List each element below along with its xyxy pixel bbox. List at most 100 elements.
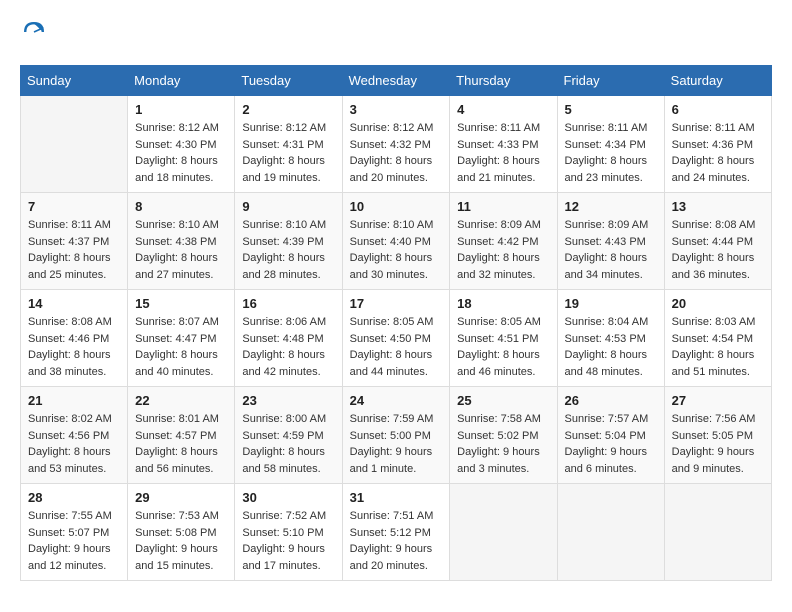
logo-icon — [22, 20, 46, 44]
page-header — [20, 20, 772, 49]
weekday-header-thursday: Thursday — [450, 66, 557, 96]
calendar-cell: 28 Sunrise: 7:55 AM Sunset: 5:07 PM Dayli… — [21, 484, 128, 581]
day-number: 20 — [672, 296, 764, 311]
day-number: 5 — [565, 102, 657, 117]
calendar-cell: 16 Sunrise: 8:06 AM Sunset: 4:48 PM Dayli… — [235, 290, 342, 387]
day-info: Sunrise: 8:10 AM Sunset: 4:39 PM Dayligh… — [242, 217, 334, 283]
day-number: 28 — [28, 490, 120, 505]
day-number: 6 — [672, 102, 764, 117]
weekday-header-saturday: Saturday — [664, 66, 771, 96]
calendar-cell: 13Sunrise: 8:08 AM Sunset: 4:44 PM Dayli… — [664, 193, 771, 290]
day-number: 29 — [135, 490, 227, 505]
day-info: Sunrise: 8:10 AM Sunset: 4:40 PM Dayligh… — [350, 217, 443, 283]
day-info: Sunrise: 8:12 AM Sunset: 4:30 PM Dayligh… — [135, 120, 227, 186]
day-info: Sunrise: 7:55 AM Sunset: 5:07 PM Dayligh… — [28, 508, 120, 574]
day-info: Sunrise: 8:00 AM Sunset: 4:59 PM Dayligh… — [242, 411, 334, 477]
calendar-cell: 23 Sunrise: 8:00 AM Sunset: 4:59 PM Dayli… — [235, 387, 342, 484]
calendar-cell: 5 Sunrise: 8:11 AM Sunset: 4:34 PM Daylig… — [557, 96, 664, 193]
calendar-cell: 2 Sunrise: 8:12 AM Sunset: 4:31 PM Daylig… — [235, 96, 342, 193]
calendar-cell: 11 Sunrise: 8:09 AM Sunset: 4:42 PM Dayli… — [450, 193, 557, 290]
calendar-cell: 31Sunrise: 7:51 AM Sunset: 5:12 PM Dayli… — [342, 484, 450, 581]
day-info: Sunrise: 7:51 AM Sunset: 5:12 PM Dayligh… — [350, 508, 443, 574]
day-info: Sunrise: 8:12 AM Sunset: 4:31 PM Dayligh… — [242, 120, 334, 186]
day-number: 3 — [350, 102, 443, 117]
calendar-cell — [664, 484, 771, 581]
calendar-cell: 25Sunrise: 7:58 AM Sunset: 5:02 PM Dayli… — [450, 387, 557, 484]
day-info: Sunrise: 8:11 AM Sunset: 4:37 PM Dayligh… — [28, 217, 120, 283]
calendar-cell — [450, 484, 557, 581]
day-number: 9 — [242, 199, 334, 214]
day-number: 11 — [457, 199, 549, 214]
day-number: 18 — [457, 296, 549, 311]
day-info: Sunrise: 8:08 AM Sunset: 4:44 PM Dayligh… — [672, 217, 764, 283]
calendar-cell: 6 Sunrise: 8:11 AM Sunset: 4:36 PM Daylig… — [664, 96, 771, 193]
day-number: 26 — [565, 393, 657, 408]
weekday-header-wednesday: Wednesday — [342, 66, 450, 96]
day-info: Sunrise: 8:11 AM Sunset: 4:36 PM Dayligh… — [672, 120, 764, 186]
day-number: 19 — [565, 296, 657, 311]
day-number: 17 — [350, 296, 443, 311]
day-info: Sunrise: 8:01 AM Sunset: 4:57 PM Dayligh… — [135, 411, 227, 477]
calendar-cell: 24 Sunrise: 7:59 AM Sunset: 5:00 PM Dayli… — [342, 387, 450, 484]
calendar-cell: 9 Sunrise: 8:10 AM Sunset: 4:39 PM Daylig… — [235, 193, 342, 290]
weekday-header-friday: Friday — [557, 66, 664, 96]
day-info: Sunrise: 8:03 AM Sunset: 4:54 PM Dayligh… — [672, 314, 764, 380]
day-info: Sunrise: 7:57 AM Sunset: 5:04 PM Dayligh… — [565, 411, 657, 477]
day-info: Sunrise: 8:07 AM Sunset: 4:47 PM Dayligh… — [135, 314, 227, 380]
day-number: 16 — [242, 296, 334, 311]
calendar-cell: 17 Sunrise: 8:05 AM Sunset: 4:50 PM Dayli… — [342, 290, 450, 387]
day-number: 15 — [135, 296, 227, 311]
day-info: Sunrise: 8:09 AM Sunset: 4:42 PM Dayligh… — [457, 217, 549, 283]
weekday-header-tuesday: Tuesday — [235, 66, 342, 96]
day-info: Sunrise: 8:12 AM Sunset: 4:32 PM Dayligh… — [350, 120, 443, 186]
day-number: 22 — [135, 393, 227, 408]
day-number: 24 — [350, 393, 443, 408]
calendar-cell: 27 Sunrise: 7:56 AM Sunset: 5:05 PM Dayli… — [664, 387, 771, 484]
calendar-cell: 15 Sunrise: 8:07 AM Sunset: 4:47 PM Dayli… — [128, 290, 235, 387]
day-info: Sunrise: 7:53 AM Sunset: 5:08 PM Dayligh… — [135, 508, 227, 574]
day-info: Sunrise: 8:05 AM Sunset: 4:50 PM Dayligh… — [350, 314, 443, 380]
calendar-cell: 4Sunrise: 8:11 AM Sunset: 4:33 PM Daylig… — [450, 96, 557, 193]
day-number: 8 — [135, 199, 227, 214]
calendar-cell: 1 Sunrise: 8:12 AM Sunset: 4:30 PM Daylig… — [128, 96, 235, 193]
calendar-cell: 19 Sunrise: 8:04 AM Sunset: 4:53 PM Dayli… — [557, 290, 664, 387]
calendar-cell — [21, 96, 128, 193]
day-info: Sunrise: 7:52 AM Sunset: 5:10 PM Dayligh… — [242, 508, 334, 574]
weekday-header-monday: Monday — [128, 66, 235, 96]
day-number: 23 — [242, 393, 334, 408]
day-info: Sunrise: 8:11 AM Sunset: 4:34 PM Dayligh… — [565, 120, 657, 186]
day-number: 30 — [242, 490, 334, 505]
day-info: Sunrise: 8:08 AM Sunset: 4:46 PM Dayligh… — [28, 314, 120, 380]
calendar-table: SundayMondayTuesdayWednesdayThursdayFrid… — [20, 65, 772, 581]
calendar-cell: 12 Sunrise: 8:09 AM Sunset: 4:43 PM Dayli… — [557, 193, 664, 290]
day-info: Sunrise: 8:05 AM Sunset: 4:51 PM Dayligh… — [457, 314, 549, 380]
day-number: 27 — [672, 393, 764, 408]
calendar-cell: 3 Sunrise: 8:12 AM Sunset: 4:32 PM Daylig… — [342, 96, 450, 193]
calendar-cell: 20 Sunrise: 8:03 AM Sunset: 4:54 PM Dayli… — [664, 290, 771, 387]
day-number: 7 — [28, 199, 120, 214]
calendar-cell: 22 Sunrise: 8:01 AM Sunset: 4:57 PM Dayli… — [128, 387, 235, 484]
calendar-cell: 7 Sunrise: 8:11 AM Sunset: 4:37 PM Daylig… — [21, 193, 128, 290]
day-number: 2 — [242, 102, 334, 117]
day-info: Sunrise: 8:10 AM Sunset: 4:38 PM Dayligh… — [135, 217, 227, 283]
calendar-cell: 29 Sunrise: 7:53 AM Sunset: 5:08 PM Dayli… — [128, 484, 235, 581]
day-info: Sunrise: 8:06 AM Sunset: 4:48 PM Dayligh… — [242, 314, 334, 380]
day-number: 21 — [28, 393, 120, 408]
calendar-cell: 10Sunrise: 8:10 AM Sunset: 4:40 PM Dayli… — [342, 193, 450, 290]
day-number: 25 — [457, 393, 549, 408]
calendar-cell: 26 Sunrise: 7:57 AM Sunset: 5:04 PM Dayli… — [557, 387, 664, 484]
day-info: Sunrise: 8:04 AM Sunset: 4:53 PM Dayligh… — [565, 314, 657, 380]
day-number: 14 — [28, 296, 120, 311]
day-number: 12 — [565, 199, 657, 214]
logo — [20, 20, 46, 49]
day-info: Sunrise: 8:09 AM Sunset: 4:43 PM Dayligh… — [565, 217, 657, 283]
day-info: Sunrise: 7:59 AM Sunset: 5:00 PM Dayligh… — [350, 411, 443, 477]
day-number: 4 — [457, 102, 549, 117]
weekday-header-sunday: Sunday — [21, 66, 128, 96]
calendar-cell: 18 Sunrise: 8:05 AM Sunset: 4:51 PM Dayli… — [450, 290, 557, 387]
calendar-cell: 21Sunrise: 8:02 AM Sunset: 4:56 PM Dayli… — [21, 387, 128, 484]
day-info: Sunrise: 7:56 AM Sunset: 5:05 PM Dayligh… — [672, 411, 764, 477]
calendar-cell: 8 Sunrise: 8:10 AM Sunset: 4:38 PM Daylig… — [128, 193, 235, 290]
calendar-cell: 14 Sunrise: 8:08 AM Sunset: 4:46 PM Dayli… — [21, 290, 128, 387]
day-number: 1 — [135, 102, 227, 117]
